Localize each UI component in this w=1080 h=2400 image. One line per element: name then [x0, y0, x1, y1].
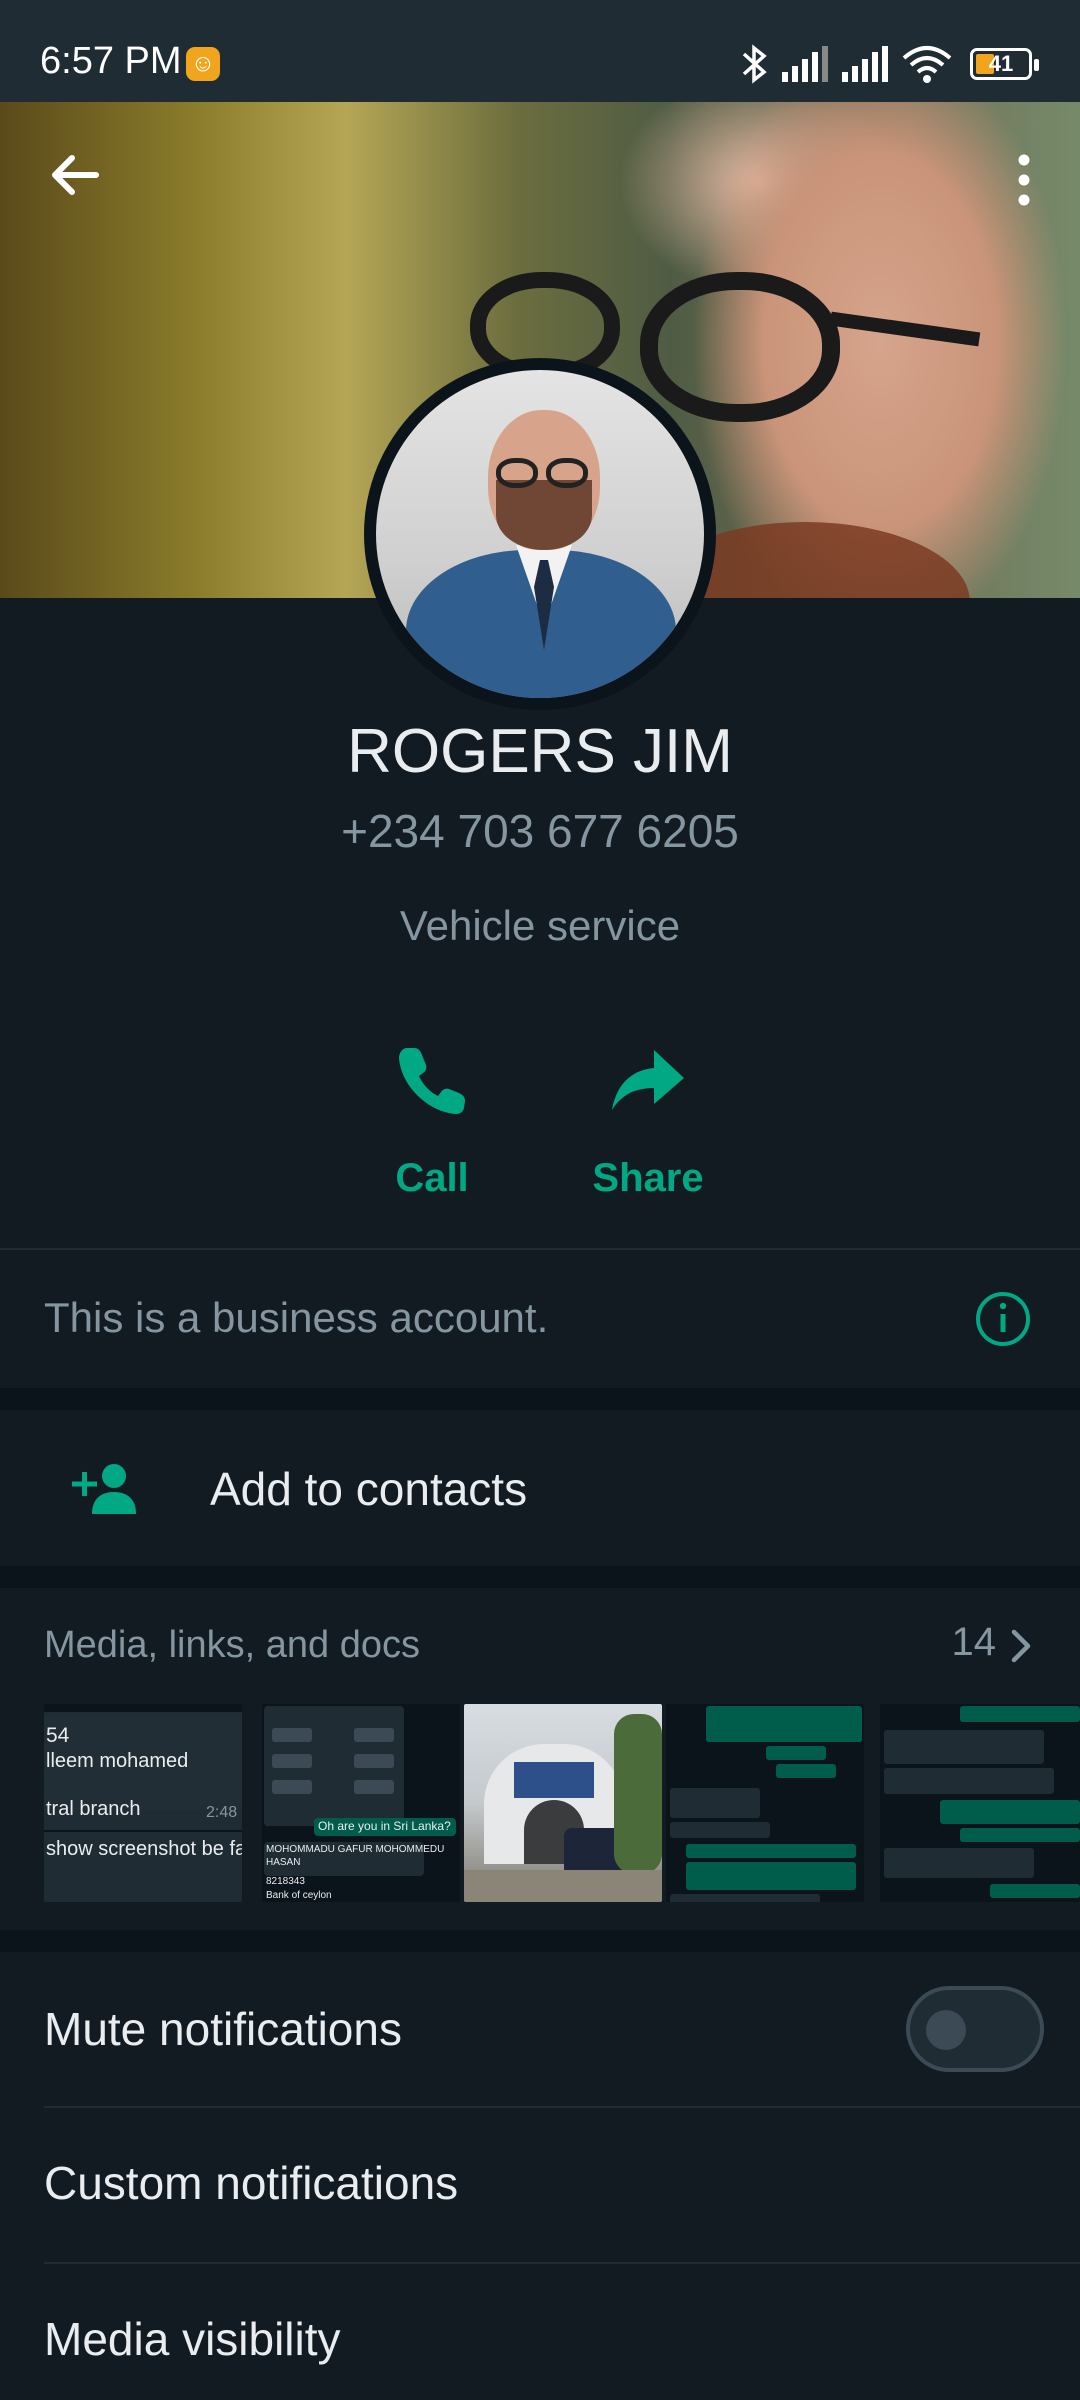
- battery-icon: 41: [970, 48, 1039, 80]
- section-separator: [0, 1566, 1080, 1588]
- custom-notifications-label[interactable]: Custom notifications: [44, 2156, 458, 2210]
- signal-icon-1: [782, 46, 828, 82]
- notification-app-icon: ☺: [186, 47, 220, 81]
- media-thumbnail-2[interactable]: Oh are you in Sri Lanka? MOHOMMADU GAFUR…: [262, 1704, 460, 1902]
- thumb1-text: show screenshot be fa: [46, 1838, 242, 1860]
- media-visibility-label[interactable]: Media visibility: [44, 2312, 341, 2366]
- share-button[interactable]: Share: [568, 1040, 728, 1201]
- share-arrow-icon: [612, 1050, 684, 1110]
- add-to-contacts-row[interactable]: Add to contacts: [0, 1410, 1080, 1566]
- phone-icon: [399, 1048, 465, 1114]
- mute-notifications-toggle[interactable]: [906, 1986, 1044, 2072]
- chevron-right-icon[interactable]: [1006, 1628, 1036, 1664]
- contact-phone: +234 703 677 6205: [341, 805, 739, 857]
- divider: [44, 2262, 1080, 2264]
- thumb2-text: HASAN: [266, 1857, 301, 1868]
- call-button[interactable]: Call: [352, 1040, 512, 1201]
- bluetooth-icon: [742, 44, 767, 84]
- media-thumbnail-5[interactable]: [880, 1704, 1080, 1902]
- media-thumbnail-3[interactable]: [464, 1704, 662, 1902]
- media-thumbnail-4[interactable]: [666, 1704, 864, 1902]
- thumb1-text: 54: [46, 1724, 70, 1747]
- status-bar: 6:57 PM ☺ 41: [0, 0, 1080, 102]
- profile-avatar[interactable]: [364, 358, 716, 710]
- thumb1-text: lleem mohamed: [46, 1750, 189, 1772]
- share-label: Share: [592, 1156, 704, 1200]
- thumb1-text: tral branch: [46, 1798, 141, 1820]
- more-options-icon[interactable]: [994, 150, 1054, 210]
- thumb2-text: Bank of ceylon: [266, 1890, 332, 1901]
- media-thumbnail-1[interactable]: 54 lleem mohamed tral branch 2:48 show s…: [44, 1704, 242, 1902]
- divider: [0, 1248, 1080, 1250]
- call-label: Call: [395, 1156, 469, 1200]
- section-separator: [0, 1388, 1080, 1410]
- thumb1-time: 2:48: [206, 1804, 238, 1821]
- thumb2-text: 8218343: [266, 1876, 305, 1887]
- divider: [44, 2106, 1080, 2108]
- mute-notifications-label[interactable]: Mute notifications: [44, 2002, 402, 2056]
- signal-icon-2: [842, 46, 888, 82]
- add-to-contacts-label: Add to contacts: [210, 1463, 528, 1515]
- wifi-icon: [902, 46, 952, 83]
- section-separator: [0, 1930, 1080, 1952]
- toggle-knob: [926, 2010, 966, 2050]
- contact-about: Vehicle service: [399, 902, 681, 949]
- add-person-icon: [72, 1464, 136, 1514]
- battery-level: 41: [988, 51, 1014, 76]
- contact-name: ROGERS JIM: [347, 717, 733, 786]
- business-account-notice[interactable]: This is a business account.: [44, 1294, 548, 1342]
- info-icon[interactable]: [974, 1290, 1032, 1348]
- back-arrow-icon[interactable]: [40, 140, 110, 210]
- status-time: 6:57 PM: [40, 40, 182, 82]
- media-section-title[interactable]: Media, links, and docs: [44, 1624, 420, 1667]
- thumb2-text: MOHOMMADU GAFUR MOHOMMEDU: [266, 1844, 445, 1855]
- media-count[interactable]: 14: [952, 1620, 997, 1665]
- thumb2-bubble: Oh are you in Sri Lanka?: [318, 1819, 451, 1833]
